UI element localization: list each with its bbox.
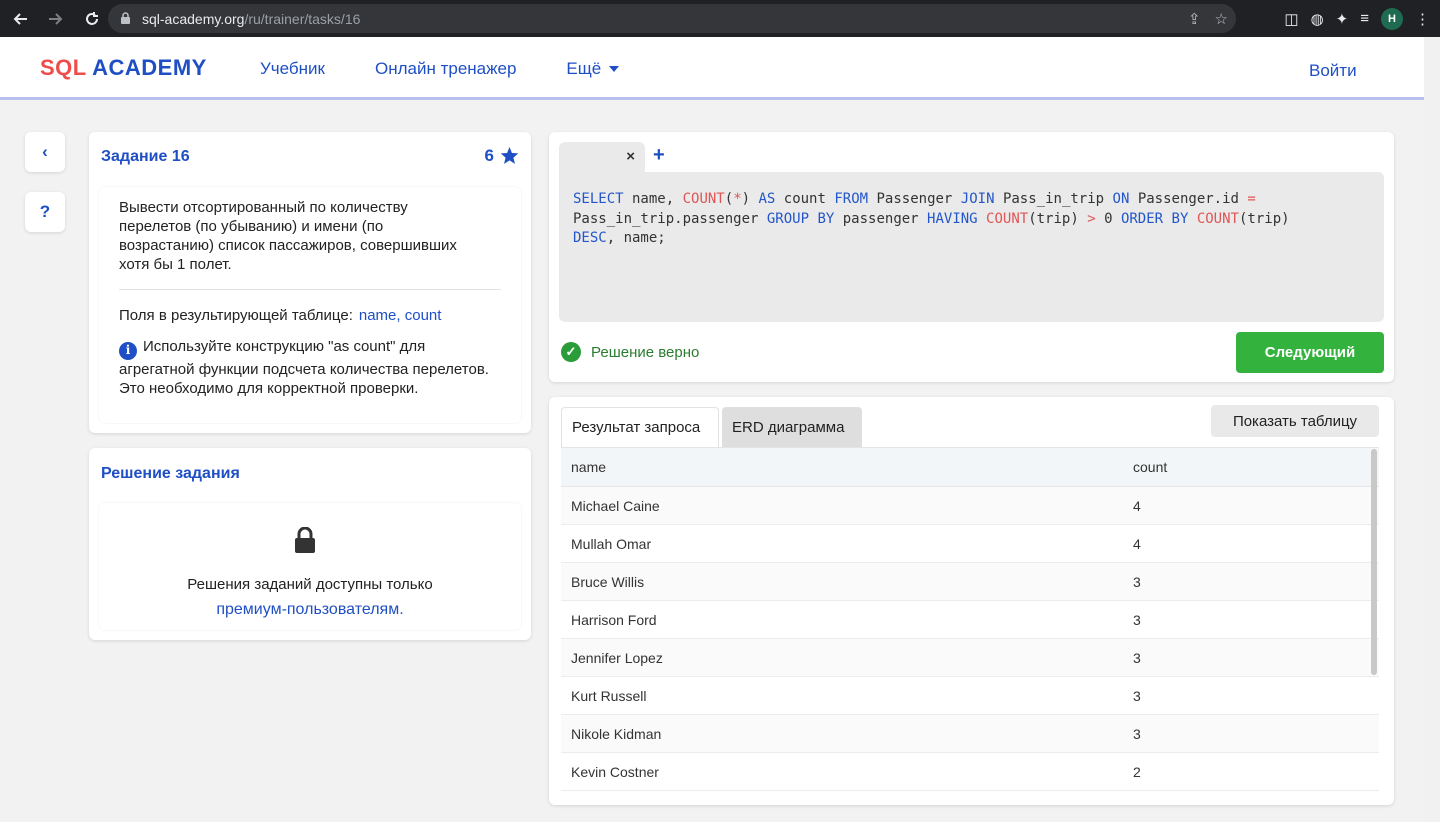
back-arrow-icon[interactable] xyxy=(4,3,36,35)
star-icon xyxy=(500,147,519,164)
cell-count: 2 xyxy=(1133,763,1141,780)
cell-count: 4 xyxy=(1133,497,1141,514)
cell-count: 3 xyxy=(1133,725,1141,742)
info-icon: i xyxy=(119,341,137,360)
table-row: Jennifer Lopez 3 xyxy=(561,639,1379,677)
login-link[interactable]: Войти xyxy=(1309,61,1357,81)
tab-erd-diagram[interactable]: ERD диаграмма xyxy=(722,407,862,447)
profile-avatar[interactable]: H xyxy=(1381,7,1403,30)
extension-glasses-icon[interactable]: ◫ xyxy=(1284,10,1298,28)
divider xyxy=(119,289,501,290)
table-row: Nikole Kidman 3 xyxy=(561,715,1379,753)
top-nav: Учебник Онлайн тренажер Ещё xyxy=(260,59,620,79)
logo[interactable]: SQL ACADEMY xyxy=(40,55,207,81)
browser-toolbar: sql-academy.org /ru/trainer/tasks/16 ⇪ ☆… xyxy=(0,0,1440,37)
cell-name: Kurt Russell xyxy=(571,687,647,704)
editor-card: × + SELECT name, COUNT(*) AS count FROM … xyxy=(549,132,1394,382)
forward-arrow-icon[interactable] xyxy=(40,3,72,35)
cell-name: Michael Caine xyxy=(571,497,660,514)
nav-link-trainer[interactable]: Онлайн тренажер xyxy=(375,59,516,79)
solution-locked: Решения заданий доступны только премиум-… xyxy=(99,503,521,630)
solution-status: ✓ Решение верно xyxy=(561,342,699,362)
task-description: Вывести отсортированный по количеству пе… xyxy=(99,187,521,423)
task-hint: i Используйте конструкцию "as count" для … xyxy=(119,338,489,397)
question-icon: ? xyxy=(39,202,51,221)
cell-count: 3 xyxy=(1133,611,1141,628)
table-row: Bruce Willis 3 xyxy=(561,563,1379,601)
kebab-menu-icon[interactable]: ⋮ xyxy=(1415,10,1430,28)
table-header: name count xyxy=(561,448,1379,487)
puzzle-extensions-icon[interactable]: ✦ xyxy=(1336,10,1349,28)
cell-count: 4 xyxy=(1133,535,1141,552)
table-scrollbar[interactable] xyxy=(1371,449,1377,675)
result-table: name count Michael Caine 4 Mullah Omar 4 Bru… xyxy=(561,447,1379,793)
media-queue-icon[interactable]: ≡ xyxy=(1360,10,1369,27)
help-button[interactable]: ? xyxy=(25,192,65,232)
result-fields-value: name, count xyxy=(358,307,442,324)
site-header: SQL ACADEMY Учебник Онлайн тренажер Ещё … xyxy=(0,37,1424,100)
lock-icon xyxy=(120,11,132,26)
show-table-button[interactable]: Показать таблицу xyxy=(1211,405,1379,437)
solution-title: Решение задания xyxy=(101,465,240,482)
table-row: Kurt Russell 3 xyxy=(561,677,1379,715)
task-title: Задание 16 xyxy=(101,148,190,165)
task-card: Задание 16 6 Вывести отсортированный по … xyxy=(89,132,531,433)
nav-more-dropdown[interactable]: Ещё xyxy=(566,59,620,79)
solution-card: Решение задания Решения заданий доступны… xyxy=(89,448,531,640)
cell-name: Mullah Omar xyxy=(571,535,652,552)
results-card: Результат запроса ERD диаграмма Показать… xyxy=(549,397,1394,805)
nav-link-textbook[interactable]: Учебник xyxy=(260,59,325,79)
caret-down-icon xyxy=(609,66,620,72)
address-bar[interactable]: sql-academy.org /ru/trainer/tasks/16 ⇪ ☆ xyxy=(108,4,1236,33)
task-score: 6 xyxy=(485,146,519,166)
close-icon[interactable]: × xyxy=(626,148,635,165)
premium-link[interactable]: премиум-пользователям. xyxy=(99,597,521,622)
globe-icon[interactable]: ◍ xyxy=(1311,10,1324,28)
url-path: /ru/trainer/tasks/16 xyxy=(244,10,361,27)
cell-name: Harrison Ford xyxy=(571,611,657,628)
cell-count: 3 xyxy=(1133,649,1141,666)
tab-query-result[interactable]: Результат запроса xyxy=(561,407,719,447)
cell-name: Nikole Kidman xyxy=(571,725,662,742)
add-tab-button[interactable]: + xyxy=(653,144,665,167)
cell-name: Kevin Costner xyxy=(571,763,659,780)
column-header-name: name xyxy=(571,459,607,475)
table-row: Kevin Costner 2 xyxy=(561,753,1379,791)
check-circle-icon: ✓ xyxy=(561,342,581,362)
next-button[interactable]: Следующий xyxy=(1236,332,1384,373)
share-icon[interactable]: ⇪ xyxy=(1188,10,1201,28)
cell-count: 3 xyxy=(1133,573,1141,590)
page-scrollbar[interactable] xyxy=(1424,37,1440,822)
result-fields: Поля в результирующей таблице: name, coun… xyxy=(119,307,442,324)
cell-name: Jennifer Lopez xyxy=(571,649,663,666)
editor-tab[interactable]: × xyxy=(559,142,645,172)
cell-name: Bruce Willis xyxy=(571,573,645,590)
sql-editor[interactable]: SELECT name, COUNT(*) AS count FROM Pass… xyxy=(559,172,1384,322)
table-row: Mullah Omar 4 xyxy=(561,525,1379,563)
star-bookmark-icon[interactable]: ☆ xyxy=(1215,10,1228,28)
column-header-count: count xyxy=(1133,459,1168,475)
padlock-icon xyxy=(295,527,315,553)
reload-icon[interactable] xyxy=(76,3,108,35)
table-row: Michael Caine 4 xyxy=(561,487,1379,525)
solution-text: Решения заданий доступны только xyxy=(187,576,433,593)
task-text: Вывести отсортированный по количеству пе… xyxy=(119,199,457,273)
url-host: sql-academy.org xyxy=(142,10,245,27)
chevron-left-icon: ‹ xyxy=(42,142,48,161)
table-row: Harrison Ford 3 xyxy=(561,601,1379,639)
cell-count: 3 xyxy=(1133,687,1141,704)
back-button[interactable]: ‹ xyxy=(25,132,65,172)
